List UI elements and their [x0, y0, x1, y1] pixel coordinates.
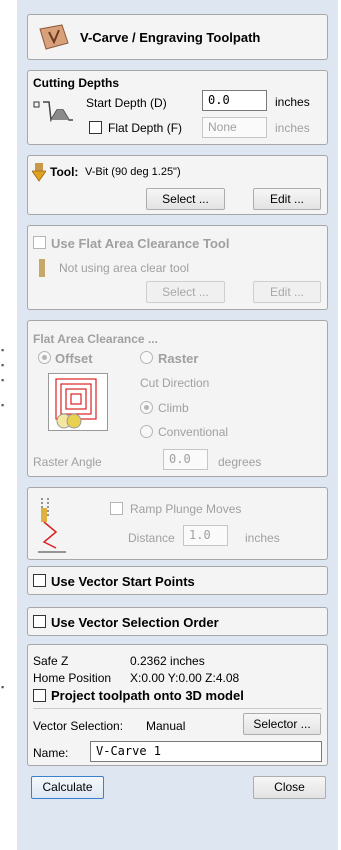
climb-label: Climb	[158, 401, 189, 415]
flat-area-clearance-group: Flat Area Clearance ... Offset Raster Cu…	[27, 320, 328, 477]
close-button[interactable]: Close	[253, 776, 326, 799]
start-depth-input[interactable]: 0.0	[202, 90, 267, 111]
vector-selection-order-checkbox[interactable]	[33, 615, 46, 628]
vector-selection-order-label: Use Vector Selection Order	[51, 615, 219, 630]
area-clear-select-button[interactable]: Select ...	[146, 281, 225, 303]
left-edge-mark: ▪	[1, 400, 5, 410]
tool-name: V-Bit (90 deg 1.25")	[85, 166, 181, 178]
left-edge-mark: ▪	[1, 375, 5, 385]
distance-label: Distance	[128, 531, 175, 545]
ramp-group: Ramp Plunge Moves Distance 1.0 inches	[27, 487, 328, 560]
start-depth-unit: inches	[275, 95, 310, 109]
raster-angle-unit: degrees	[218, 455, 262, 469]
flat-depth-label: Flat Depth (F)	[108, 121, 183, 135]
distance-unit: inches	[245, 531, 280, 545]
vector-start-points-checkbox[interactable]	[33, 574, 46, 587]
conventional-radio[interactable]	[140, 425, 153, 438]
vector-selection-order-group: Use Vector Selection Order	[27, 607, 328, 636]
cut-direction-label: Cut Direction	[140, 376, 210, 390]
panel-title: V-Carve / Engraving Toolpath	[80, 30, 261, 45]
vector-selection-value: Manual	[146, 719, 186, 733]
climb-radio[interactable]	[140, 401, 153, 414]
safe-z-label: Safe Z	[33, 654, 69, 668]
name-label: Name:	[33, 746, 69, 760]
safe-z-value: 0.2362 inches	[130, 654, 205, 668]
settings-divider	[33, 708, 322, 709]
project-toolpath-checkbox[interactable]	[33, 689, 46, 702]
vector-start-points-group: Use Vector Start Points	[27, 566, 328, 595]
raster-radio[interactable]	[140, 351, 153, 364]
selector-button[interactable]: Selector ...	[243, 713, 321, 735]
offset-label: Offset	[55, 351, 93, 366]
raster-angle-input[interactable]: 0.0	[163, 449, 208, 470]
left-edge-mark: ▪	[1, 682, 5, 692]
tool-select-button[interactable]: Select ...	[146, 188, 225, 210]
raster-angle-label: Raster Angle	[33, 455, 102, 469]
offset-radio[interactable]	[38, 351, 51, 364]
ramp-plunge-label: Ramp Plunge Moves	[130, 502, 242, 516]
area-clear-bit-icon	[39, 259, 45, 277]
vector-selection-label: Vector Selection:	[33, 719, 124, 733]
start-depth-label: Start Depth (D)	[86, 96, 167, 110]
depth-diagram-icon	[33, 101, 73, 123]
left-edge-mark: ▪	[1, 360, 5, 370]
offset-pattern-icon	[48, 373, 108, 431]
tool-label: Tool:	[50, 165, 79, 179]
tool-group: Tool: V-Bit (90 deg 1.25") Select ... Ed…	[27, 155, 328, 215]
calculate-button[interactable]: Calculate	[31, 776, 104, 799]
home-position-value: X:0.00 Y:0.00 Z:4.08	[130, 671, 240, 685]
vcarve-icon	[39, 24, 69, 50]
flat-area-heading: Flat Area Clearance ...	[33, 332, 158, 346]
cutting-depths-heading: Cutting Depths	[33, 76, 119, 90]
ramp-diagram-icon	[38, 498, 66, 553]
title-group: V-Carve / Engraving Toolpath	[27, 14, 328, 60]
toolpath-panel: V-Carve / Engraving Toolpath Cutting Dep…	[17, 0, 338, 850]
flat-depth-unit: inches	[275, 121, 310, 135]
home-position-label: Home Position	[33, 671, 112, 685]
flat-depth-checkbox[interactable]	[89, 121, 102, 134]
conventional-label: Conventional	[158, 425, 229, 439]
left-edge-mark: ▪	[1, 345, 5, 355]
vector-start-points-label: Use Vector Start Points	[51, 574, 195, 589]
ramp-plunge-checkbox[interactable]	[110, 502, 123, 515]
area-clear-status: Not using area clear tool	[59, 261, 190, 275]
tool-bit-icon	[32, 163, 46, 182]
use-area-clear-checkbox[interactable]	[33, 236, 46, 249]
use-area-clear-label: Use Flat Area Clearance Tool	[51, 236, 230, 251]
tool-edit-button[interactable]: Edit ...	[253, 188, 321, 210]
raster-label: Raster	[158, 351, 199, 366]
project-toolpath-label: Project toolpath onto 3D model	[51, 688, 244, 703]
settings-group: Safe Z 0.2362 inches Home Position X:0.0…	[27, 644, 328, 766]
cutting-depths-group: Cutting Depths Start Depth (D) 0.0 inche…	[27, 70, 328, 145]
area-clear-edit-button[interactable]: Edit ...	[253, 281, 321, 303]
flat-depth-input[interactable]: None	[202, 117, 267, 138]
distance-input[interactable]: 1.0	[183, 525, 228, 546]
area-clear-tool-group: Use Flat Area Clearance Tool Not using a…	[27, 225, 328, 310]
toolpath-name-input[interactable]: V-Carve 1	[90, 741, 322, 762]
